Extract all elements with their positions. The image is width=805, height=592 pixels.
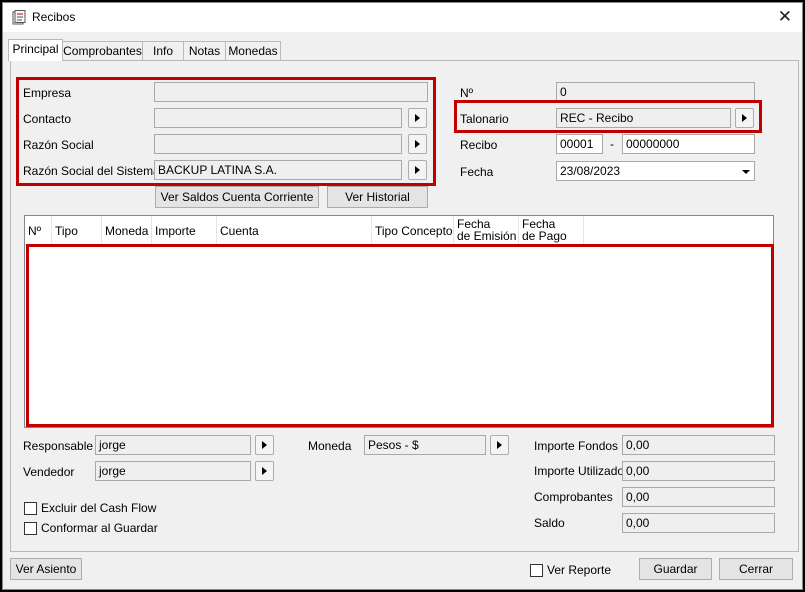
- column-header-label: Tipo Concepto: [375, 224, 453, 238]
- responsable-field[interactable]: jorge: [95, 435, 251, 455]
- empresa-label: Empresa: [23, 86, 72, 100]
- razon-social-sistema-field[interactable]: BACKUP LATINA S.A.: [154, 160, 402, 180]
- numero-label: Nº: [460, 86, 474, 100]
- contacto-label: Contacto: [23, 112, 72, 126]
- tab-label: Principal: [12, 42, 59, 56]
- ver-saldos-button[interactable]: Ver Saldos Cuenta Corriente: [155, 186, 319, 208]
- tab-info[interactable]: Info: [142, 41, 184, 60]
- fecha-value: 23/08/2023: [560, 164, 621, 178]
- tab-comprobantes[interactable]: Comprobantes: [62, 41, 143, 60]
- recibo-prefix-field[interactable]: 00001: [556, 134, 603, 154]
- column-header-label: Nº: [28, 224, 42, 238]
- column-header-moneda[interactable]: Moneda: [102, 216, 152, 244]
- vendedor-label: Vendedor: [23, 465, 75, 479]
- contacto-select-button[interactable]: [408, 108, 427, 128]
- fecha-date-picker[interactable]: 23/08/2023: [556, 161, 755, 181]
- tab-label: Monedas: [228, 44, 278, 58]
- talonario-field[interactable]: REC - Recibo: [556, 108, 731, 128]
- tab-label: Comprobantes: [63, 44, 142, 58]
- empresa-field[interactable]: [154, 82, 428, 102]
- title-bar: Recibos ✕: [3, 3, 802, 32]
- talonario-select-button[interactable]: [735, 108, 754, 128]
- conformar-guardar-checkbox[interactable]: [24, 522, 37, 535]
- window-title: Recibos: [32, 10, 76, 24]
- column-header-tipo[interactable]: Tipo: [52, 216, 102, 244]
- responsable-label: Responsable: [23, 439, 94, 453]
- tab-notas[interactable]: Notas: [183, 41, 226, 60]
- recibo-separator: -: [610, 137, 614, 151]
- importe-fondos-field: 0,00: [622, 435, 775, 455]
- tab-monedas[interactable]: Monedas: [225, 41, 281, 60]
- column-header-label: Cuenta: [220, 224, 259, 238]
- razon-social-sistema-select-button[interactable]: [408, 160, 427, 180]
- razon-social-label: Razón Social: [23, 138, 94, 152]
- tab-principal[interactable]: Principal: [8, 39, 63, 61]
- contacto-field[interactable]: [154, 108, 402, 128]
- column-header-label: Tipo: [55, 224, 78, 238]
- conceptos-grid[interactable]: Nº Tipo Moneda Importe Cuenta Tipo Conce…: [24, 215, 774, 428]
- importe-fondos-label: Importe Fondos: [534, 439, 619, 453]
- tab-label: Notas: [188, 44, 221, 58]
- column-header-tipo-concepto[interactable]: Tipo Concepto: [372, 216, 454, 244]
- column-header-numero[interactable]: Nº: [25, 216, 52, 244]
- grid-header: Nº Tipo Moneda Importe Cuenta Tipo Conce…: [25, 216, 773, 245]
- moneda-label: Moneda: [308, 439, 352, 453]
- column-header-label: Importe: [155, 224, 196, 238]
- comprobantes-label: Comprobantes: [534, 490, 613, 504]
- fecha-label: Fecha: [460, 165, 494, 179]
- close-icon[interactable]: ✕: [778, 7, 792, 27]
- vendedor-select-button[interactable]: [255, 461, 274, 481]
- cerrar-button[interactable]: Cerrar: [719, 558, 793, 580]
- column-header-fecha-pago[interactable]: Fecha de Pago: [519, 216, 584, 244]
- column-header-label: de Emisión: [457, 229, 517, 243]
- razon-social-sistema-label: Razón Social del Sistema: [23, 164, 160, 178]
- recibo-number-field[interactable]: 00000000: [622, 134, 755, 154]
- numero-field[interactable]: 0: [556, 82, 755, 102]
- guardar-button[interactable]: Guardar: [639, 558, 712, 580]
- column-header-cuenta[interactable]: Cuenta: [217, 216, 372, 244]
- importe-utilizado-field: 0,00: [622, 461, 775, 481]
- ver-asiento-button[interactable]: Ver Asiento: [10, 558, 82, 580]
- ver-reporte-label: Ver Reporte: [547, 563, 612, 577]
- moneda-select-button[interactable]: [490, 435, 509, 455]
- column-header-label: de Pago: [522, 229, 567, 243]
- vendedor-field[interactable]: jorge: [95, 461, 251, 481]
- saldo-field: 0,00: [622, 513, 775, 533]
- excluir-cash-flow-checkbox[interactable]: [24, 502, 37, 515]
- conformar-guardar-label: Conformar al Guardar: [41, 521, 158, 535]
- column-header-fecha-emision[interactable]: Fecha de Emisión: [454, 216, 519, 244]
- importe-utilizado-label: Importe Utilizado: [534, 464, 625, 478]
- responsable-select-button[interactable]: [255, 435, 274, 455]
- recibo-label: Recibo: [460, 138, 498, 152]
- ver-historial-button[interactable]: Ver Historial: [327, 186, 428, 208]
- ver-reporte-checkbox[interactable]: [530, 564, 543, 577]
- moneda-field[interactable]: Pesos - $: [364, 435, 486, 455]
- receipt-icon: [12, 10, 26, 25]
- comprobantes-field: 0,00: [622, 487, 775, 507]
- razon-social-select-button[interactable]: [408, 134, 427, 154]
- razon-social-field[interactable]: [154, 134, 402, 154]
- talonario-label: Talonario: [460, 112, 509, 126]
- excluir-cash-flow-label: Excluir del Cash Flow: [41, 501, 157, 515]
- tab-label: Info: [152, 44, 173, 58]
- column-header-importe[interactable]: Importe: [152, 216, 217, 244]
- column-header-label: Moneda: [105, 224, 149, 238]
- saldo-label: Saldo: [534, 516, 565, 530]
- chevron-down-icon: [742, 170, 750, 174]
